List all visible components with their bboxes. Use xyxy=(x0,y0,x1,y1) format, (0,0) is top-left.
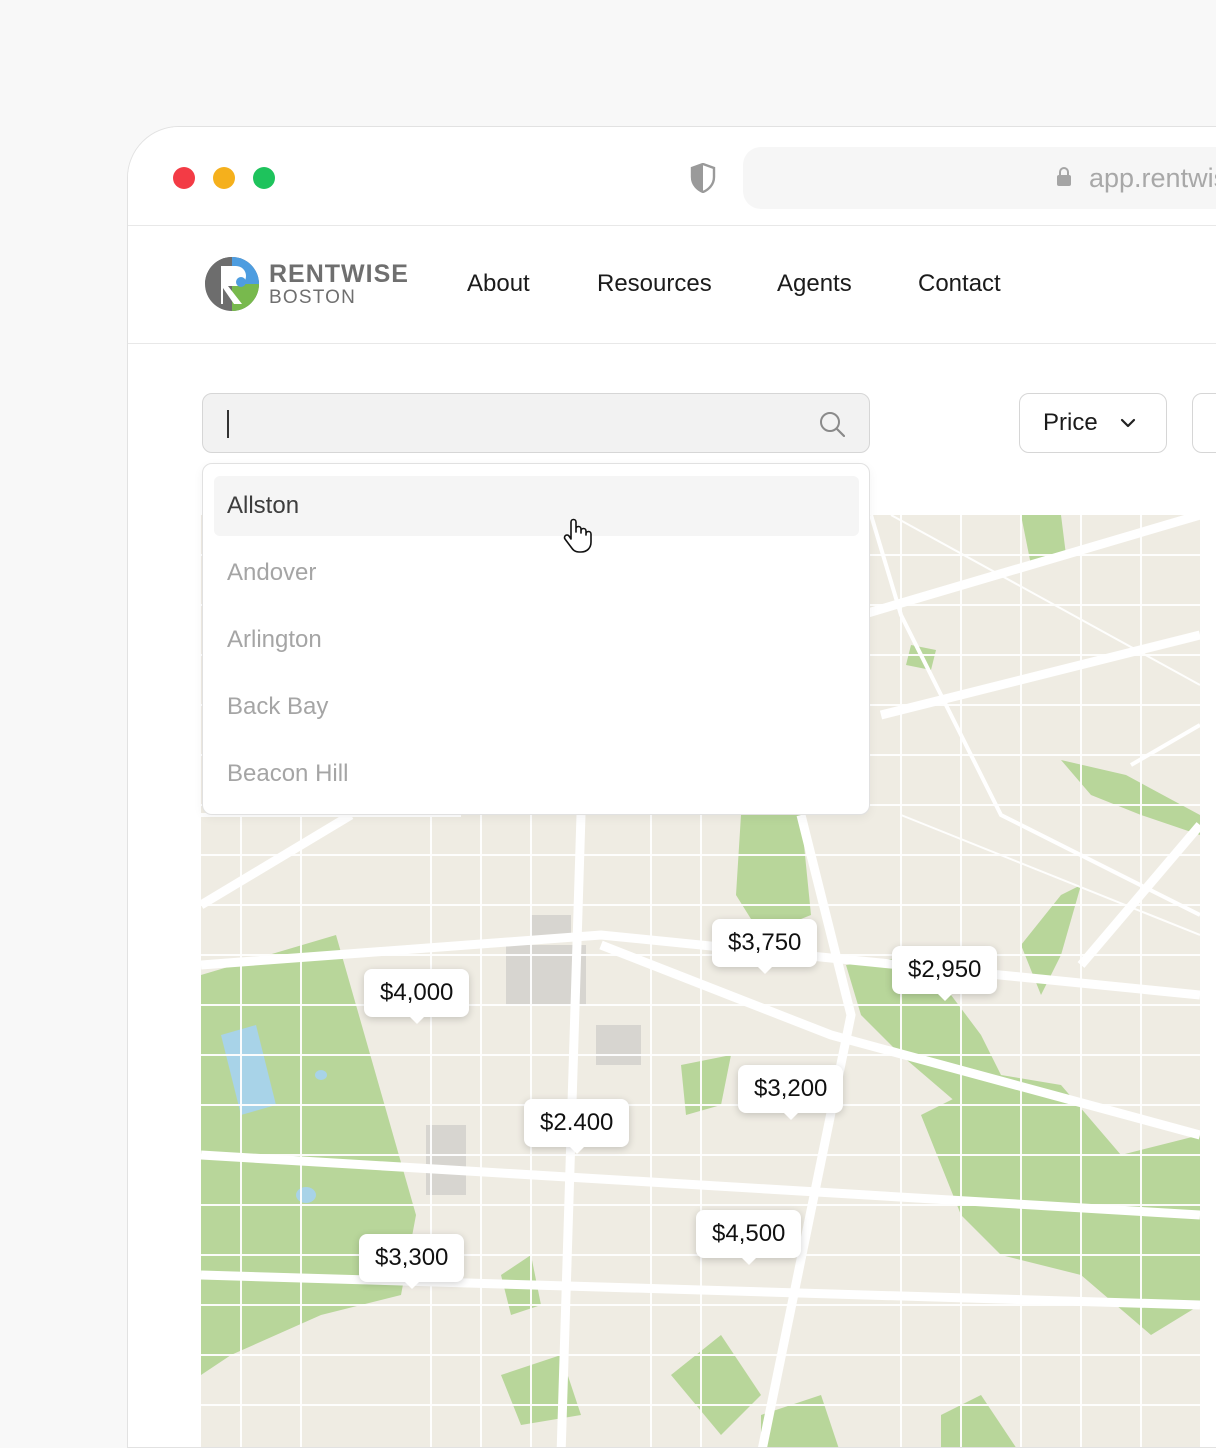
location-suggestions: Allston Andover Arlington Back Bay Beaco… xyxy=(202,463,870,815)
price-pin[interactable]: $3,200 xyxy=(738,1065,844,1120)
site-header: RENTWISE BOSTON About Resources Agents C… xyxy=(128,226,1216,344)
suggestion-item[interactable]: Andover xyxy=(214,543,859,603)
lock-icon xyxy=(1057,167,1071,186)
suggestion-label: Allston xyxy=(227,492,300,519)
browser-window: app.rentwise.com RENTWISE BOSTON About R… xyxy=(127,126,1216,1448)
suggestion-label: Back Bay xyxy=(227,693,329,720)
suggestion-label: Beacon Hill xyxy=(227,760,349,787)
brand-name: RENTWISE xyxy=(269,260,409,288)
close-window-button[interactable] xyxy=(173,167,195,189)
filter-button[interactable] xyxy=(1192,393,1216,453)
price-pin[interactable]: $3,300 xyxy=(359,1234,465,1289)
price-filter-label: Price xyxy=(1043,409,1098,436)
price-filter-button[interactable]: Price xyxy=(1019,393,1167,453)
price-pin[interactable]: $3,750 xyxy=(712,919,818,974)
brand-subtitle: BOSTON xyxy=(269,287,357,308)
browser-titlebar: app.rentwise.com xyxy=(128,127,1216,226)
shield-icon[interactable] xyxy=(690,163,716,193)
address-bar[interactable]: app.rentwise.com xyxy=(743,147,1216,209)
suggestion-label: Arlington xyxy=(227,626,322,653)
location-search[interactable] xyxy=(202,393,870,453)
search-input[interactable] xyxy=(219,400,803,446)
suggestion-label: Andover xyxy=(227,559,317,586)
pointer-hand-cursor-icon xyxy=(563,518,592,553)
chevron-down-icon xyxy=(1120,418,1136,428)
url-text: app.rentwise.com xyxy=(1089,163,1216,193)
price-pin[interactable]: $4,500 xyxy=(696,1210,802,1265)
search-icon[interactable] xyxy=(819,411,845,437)
suggestion-item[interactable]: Arlington xyxy=(214,610,859,670)
maximize-window-button[interactable] xyxy=(253,167,275,189)
rentwise-logo-icon[interactable] xyxy=(204,256,260,312)
nav-contact[interactable]: Contact xyxy=(918,270,1001,298)
minimize-window-button[interactable] xyxy=(213,167,235,189)
price-pin[interactable]: $2.400 xyxy=(524,1099,630,1154)
text-caret xyxy=(227,410,229,438)
price-pin[interactable]: $4,000 xyxy=(364,969,470,1024)
suggestion-item[interactable]: Back Bay xyxy=(214,677,859,737)
nav-resources[interactable]: Resources xyxy=(597,270,712,298)
suggestion-item[interactable]: Beacon Hill xyxy=(214,744,859,804)
suggestion-item[interactable]: Allston xyxy=(214,476,859,536)
price-pin[interactable]: $2,950 xyxy=(892,946,998,1001)
nav-about[interactable]: About xyxy=(467,270,530,298)
nav-agents[interactable]: Agents xyxy=(777,270,852,298)
